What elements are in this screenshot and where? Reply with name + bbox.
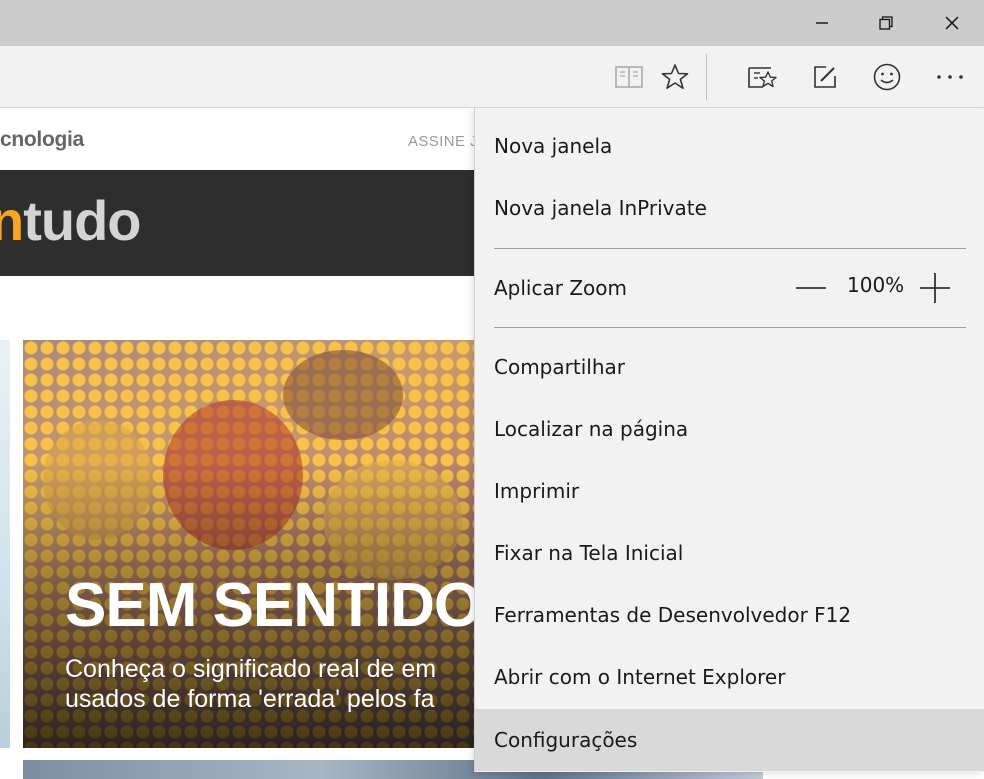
- menu-item-label: Nova janela: [494, 134, 613, 158]
- reading-view-icon: [615, 66, 643, 88]
- menu-item-label: Configurações: [494, 728, 638, 752]
- site-header: ntudo: [0, 170, 480, 276]
- menu-item-new-inprivate-window[interactable]: Nova janela InPrivate: [475, 177, 984, 239]
- menu-item-label: Nova janela InPrivate: [494, 196, 707, 220]
- hero-subtitle-line: usados de forma 'errada' pelos fa: [65, 685, 435, 713]
- feedback-button[interactable]: [862, 46, 912, 108]
- minimize-icon: [816, 22, 828, 24]
- plus-icon: [920, 273, 950, 303]
- favorite-star-icon: [661, 64, 689, 90]
- zoom-out-button[interactable]: [795, 268, 827, 308]
- logo-accent: n: [0, 189, 24, 252]
- menu-item-new-window[interactable]: Nova janela: [475, 115, 984, 177]
- menu-item-open-with-ie[interactable]: Abrir com o Internet Explorer: [475, 646, 984, 708]
- menu-item-label: Aplicar Zoom: [494, 276, 627, 300]
- menu-item-label: Imprimir: [494, 479, 580, 503]
- restore-button[interactable]: [854, 0, 918, 46]
- more-actions-button[interactable]: [925, 46, 975, 108]
- site-logo[interactable]: ntudo: [0, 188, 142, 253]
- menu-divider: [494, 327, 966, 328]
- toolbar-separator: [706, 54, 707, 100]
- menu-item-label: Abrir com o Internet Explorer: [494, 665, 786, 689]
- menu-divider: [494, 248, 966, 249]
- menu-item-label: Compartilhar: [494, 355, 625, 379]
- feedback-smiley-icon: [873, 63, 901, 91]
- hero-subtitle: Conheça o significado real de em usados …: [65, 654, 436, 714]
- hub-icon: [748, 67, 777, 88]
- hero-subtitle-line: Conheça o significado real de em: [65, 655, 437, 683]
- menu-item-find-on-page[interactable]: Localizar na página: [475, 398, 984, 460]
- more-actions-menu: Nova janela Nova janela InPrivate Aplica…: [474, 108, 984, 772]
- zoom-in-button[interactable]: [918, 268, 952, 308]
- minimize-button[interactable]: [790, 0, 854, 46]
- menu-item-share[interactable]: Compartilhar: [475, 336, 984, 398]
- restore-icon: [879, 16, 893, 30]
- logo-text: tudo: [23, 189, 141, 252]
- subscribe-link[interactable]: ASSINE J: [408, 133, 478, 150]
- menu-item-developer-tools[interactable]: Ferramentas de Desenvolvedor F12: [475, 584, 984, 646]
- browser-toolbar: [0, 46, 984, 108]
- menu-item-print[interactable]: Imprimir: [475, 460, 984, 522]
- menu-item-zoom: Aplicar Zoom: [475, 257, 984, 319]
- menu-item-pin-to-start[interactable]: Fixar na Tela Inicial: [475, 522, 984, 584]
- minus-icon: [796, 287, 826, 289]
- menu-item-label: Fixar na Tela Inicial: [494, 541, 684, 565]
- side-thumbnail[interactable]: [0, 340, 10, 748]
- close-icon: [945, 16, 959, 30]
- reading-view-button[interactable]: [604, 46, 654, 108]
- title-bar: [0, 0, 984, 46]
- more-actions-icon: [937, 75, 963, 79]
- web-note-icon: [814, 66, 836, 88]
- zoom-level: 100%: [847, 273, 905, 297]
- menu-item-label: Localizar na página: [494, 417, 689, 441]
- menu-item-settings[interactable]: Configurações: [475, 709, 984, 771]
- hero-title: SEM SENTIDO: [65, 571, 482, 640]
- favorite-button[interactable]: [650, 46, 700, 108]
- section-title: cnologia: [0, 128, 84, 151]
- menu-item-label: Ferramentas de Desenvolvedor F12: [494, 603, 852, 627]
- hero-article[interactable]: SEM SENTIDO Conheça o significado real d…: [23, 340, 483, 748]
- hub-button[interactable]: [737, 46, 787, 108]
- web-note-button[interactable]: [800, 46, 850, 108]
- close-button[interactable]: [920, 0, 984, 46]
